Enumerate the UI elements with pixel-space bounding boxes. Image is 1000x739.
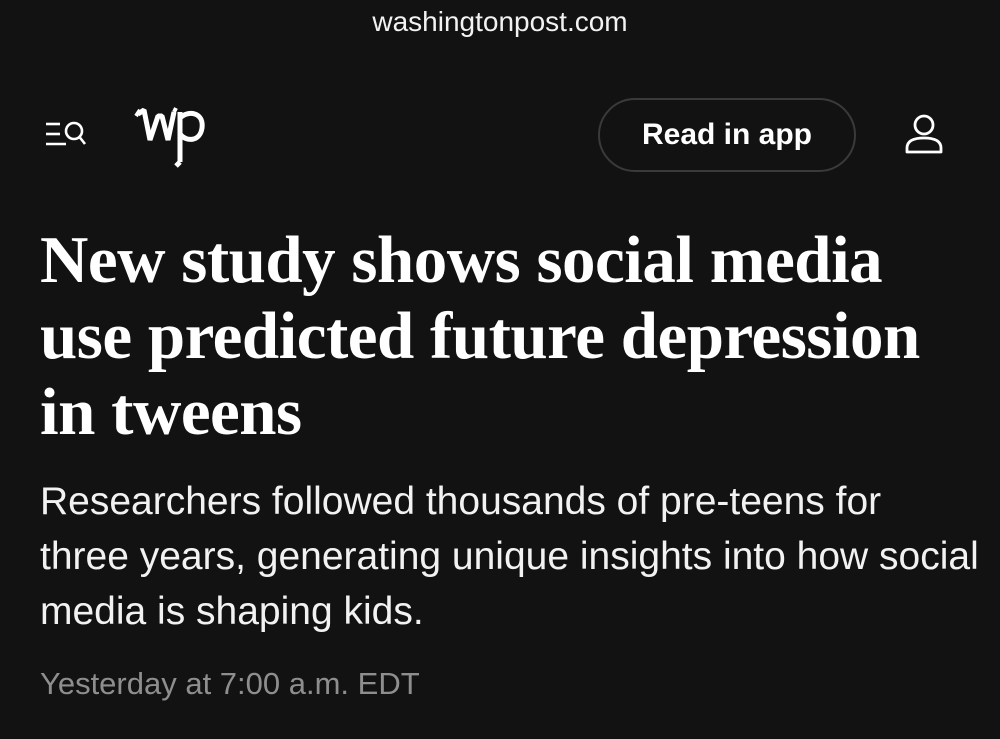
- read-in-app-button[interactable]: Read in app: [598, 98, 856, 172]
- wp-logo[interactable]: [132, 100, 208, 172]
- menu-search-icon[interactable]: [44, 116, 88, 152]
- site-header: Read in app: [0, 96, 1000, 176]
- address-bar[interactable]: washingtonpost.com: [0, 0, 1000, 46]
- article-dek: Researchers followed thousands of pre-te…: [40, 480, 979, 633]
- account-icon[interactable]: [902, 112, 946, 156]
- article-headline: New study shows social media use predict…: [40, 223, 920, 449]
- read-in-app-label: Read in app: [641, 118, 813, 151]
- url-text: washingtonpost.com: [372, 6, 628, 37]
- article-timestamp: Yesterday at 7:00 a.m. EDT: [40, 666, 420, 701]
